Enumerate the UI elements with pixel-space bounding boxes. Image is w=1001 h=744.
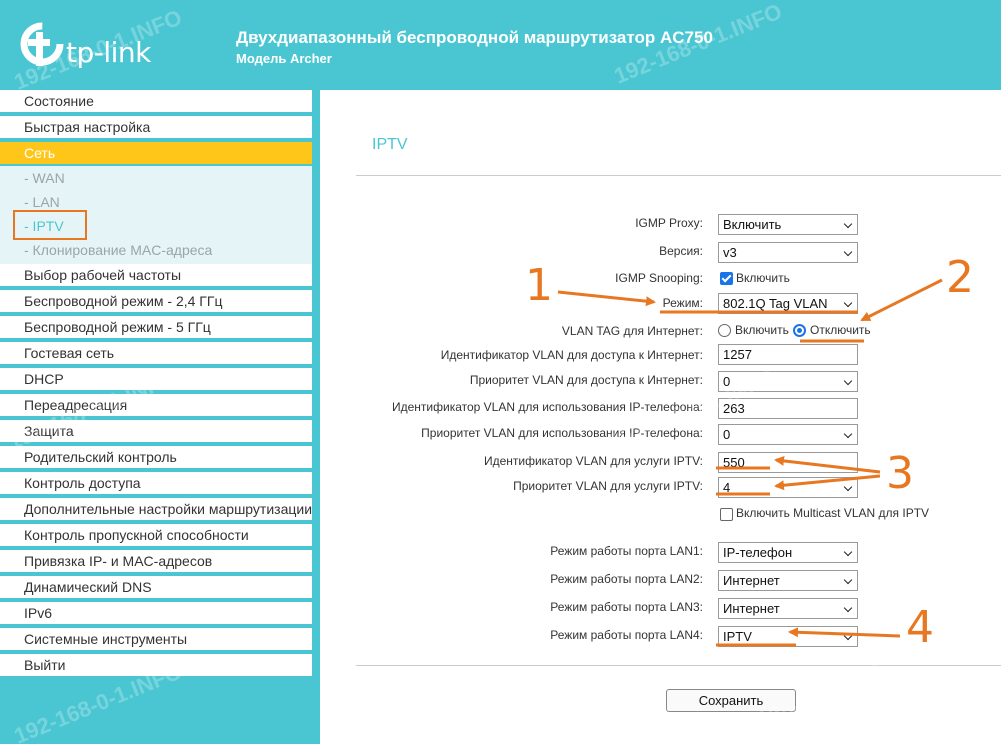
sidebar-item-ddns[interactable]: Динамический DNS xyxy=(0,576,312,600)
sidebar-item-ip-mac-binding[interactable]: Привязка IP- и MAC-адресов xyxy=(0,550,312,574)
multicast-vlan-checkbox[interactable] xyxy=(720,508,733,521)
mode-select[interactable]: 802.1Q Tag VLAN xyxy=(718,293,858,314)
lan1-mode-label: Режим работы порта LAN1: xyxy=(550,544,703,558)
sidebar-item-system-tools[interactable]: Системные инструменты xyxy=(0,628,312,652)
sidebar-item-bandwidth-control[interactable]: Контроль пропускной способности xyxy=(0,524,312,548)
main-content: IPTV IGMP Proxy: Включить Версия: v3 IGM… xyxy=(320,90,1001,744)
sidebar-item-network[interactable]: Сеть xyxy=(0,142,312,166)
save-button[interactable]: Сохранить xyxy=(666,689,796,712)
divider xyxy=(356,175,1001,176)
igmp-snooping-label: IGMP Snooping: xyxy=(615,271,703,285)
sidebar: Состояние Быстрая настройка Сеть - WAN -… xyxy=(0,90,316,744)
vlan-tag-enable-label: Включить xyxy=(735,323,789,337)
sidebar-item-security[interactable]: Защита xyxy=(0,420,312,444)
version-label: Версия: xyxy=(659,244,703,258)
iptv-highlight-box xyxy=(13,210,87,240)
lan2-mode-label: Режим работы порта LAN2: xyxy=(550,572,703,586)
vlan-tag-disable-label: Отключить xyxy=(810,323,871,337)
sidebar-item-status[interactable]: Состояние xyxy=(0,90,312,114)
vlan-tag-enable-radio[interactable] xyxy=(718,324,731,337)
vlan-tag-disable-radio[interactable] xyxy=(793,324,806,337)
sidebar-item-wireless-24[interactable]: Беспроводной режим - 2,4 ГГц xyxy=(0,290,312,314)
product-title: Двухдиапазонный беспроводной маршрутизат… xyxy=(236,28,713,47)
phone-vlan-priority-label: Приоритет VLAN для использования IP-теле… xyxy=(421,426,703,440)
sidebar-item-frequency[interactable]: Выбор рабочей частоты xyxy=(0,264,312,288)
sidebar-item-parental-control[interactable]: Родительский контроль xyxy=(0,446,312,470)
mode-label: Режим: xyxy=(662,296,703,310)
phone-vlan-priority-select[interactable]: 0 xyxy=(718,424,858,445)
sidebar-subitem-wan[interactable]: - WAN xyxy=(0,166,312,190)
internet-vlan-id-label: Идентификатор VLAN для доступа к Интерне… xyxy=(440,348,703,362)
header: tp-link Двухдиапазонный беспроводной мар… xyxy=(0,0,1001,90)
internet-vlan-priority-label: Приоритет VLAN для доступа к Интернет: xyxy=(469,373,703,387)
vlan-tag-label: VLAN TAG для Интернет: xyxy=(561,324,703,338)
page-title: IPTV xyxy=(372,136,408,153)
lan4-mode-label: Режим работы порта LAN4: xyxy=(550,628,703,642)
sidebar-item-wireless-5[interactable]: Беспроводной режим - 5 ГГц xyxy=(0,316,312,340)
sidebar-item-dhcp[interactable]: DHCP xyxy=(0,368,312,392)
igmp-snooping-checkbox-label: Включить xyxy=(736,271,790,285)
sidebar-item-logout[interactable]: Выйти xyxy=(0,654,312,678)
version-select[interactable]: v3 xyxy=(718,242,858,263)
sidebar-footer xyxy=(0,678,312,744)
internet-vlan-priority-select[interactable]: 0 xyxy=(718,371,858,392)
igmp-proxy-label: IGMP Proxy: xyxy=(635,216,703,230)
iptv-vlan-id-input[interactable]: 550 xyxy=(718,452,858,473)
lan2-mode-select[interactable]: Интернет xyxy=(718,570,858,591)
sidebar-item-quick-setup[interactable]: Быстрая настройка xyxy=(0,116,312,140)
sidebar-item-access-control[interactable]: Контроль доступа xyxy=(0,472,312,496)
phone-vlan-id-input[interactable]: 263 xyxy=(718,398,858,419)
igmp-snooping-checkbox[interactable] xyxy=(720,272,733,285)
sidebar-item-guest-network[interactable]: Гостевая сеть xyxy=(0,342,312,366)
divider xyxy=(356,665,1001,666)
sidebar-item-forwarding[interactable]: Переадресация xyxy=(0,394,312,418)
lan3-mode-select[interactable]: Интернет xyxy=(718,598,858,619)
sidebar-item-advanced-routing[interactable]: Дополнительные настройки маршрутизации xyxy=(0,498,312,522)
sidebar-item-ipv6[interactable]: IPv6 xyxy=(0,602,312,626)
phone-vlan-id-label: Идентификатор VLAN для использования IP-… xyxy=(392,400,703,414)
product-model: Модель Archer xyxy=(236,51,332,66)
iptv-vlan-id-label: Идентификатор VLAN для услуги IPTV: xyxy=(483,454,703,468)
internet-vlan-id-input[interactable]: 1257 xyxy=(718,344,858,365)
lan4-mode-select[interactable]: IPTV xyxy=(718,626,858,647)
lan3-mode-label: Режим работы порта LAN3: xyxy=(550,600,703,614)
sidebar-subitem-mac-clone[interactable]: - Клонирование MAC-адреса xyxy=(0,238,312,262)
iptv-vlan-priority-label: Приоритет VLAN для услуги IPTV: xyxy=(513,479,703,493)
lan1-mode-select[interactable]: IP-телефон xyxy=(718,542,858,563)
iptv-vlan-priority-select[interactable]: 4 xyxy=(718,477,858,498)
igmp-proxy-select[interactable]: Включить xyxy=(718,214,858,235)
logo-text: tp-link xyxy=(66,36,151,69)
multicast-vlan-label: Включить Multicast VLAN для IPTV xyxy=(736,506,930,520)
